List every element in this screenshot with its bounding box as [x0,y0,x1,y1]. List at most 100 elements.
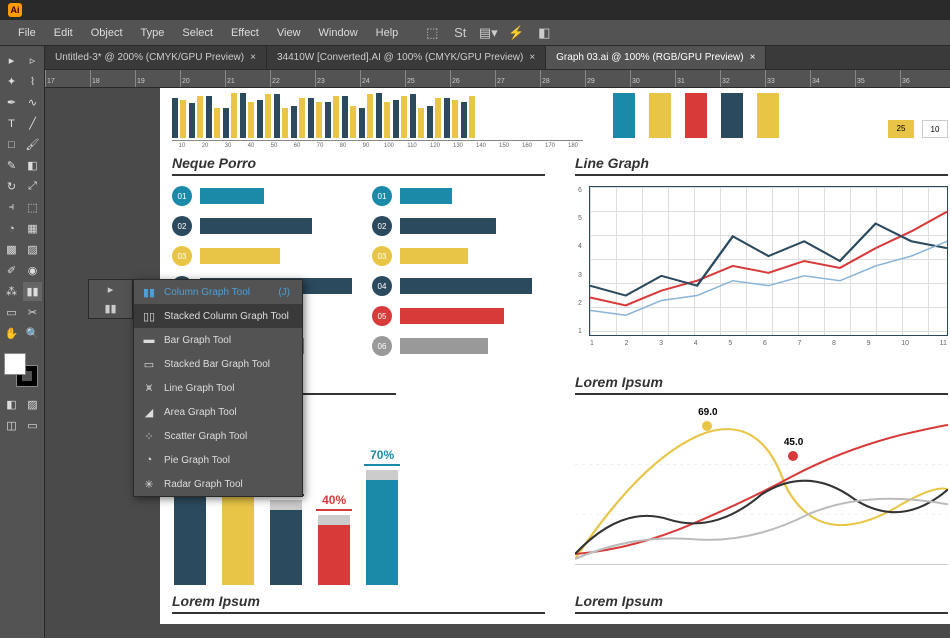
magic-wand-tool[interactable]: ✦ [2,72,21,91]
shortcut: (J) [278,287,290,298]
bar [410,94,416,138]
flyout-item-stacked-bar-graph-tool[interactable]: ▭Stacked Bar Graph Tool [134,352,302,376]
bar [291,106,297,138]
doc-tab-3[interactable]: Graph 03.ai @ 100% (RGB/GPU Preview)× [546,46,766,69]
annotation-dot [788,451,798,461]
blend-tool[interactable]: ◉ [23,261,42,280]
bar [270,510,302,585]
draw-mode[interactable]: ◫ [2,416,21,435]
menu-window[interactable]: Window [311,23,366,43]
menu-help[interactable]: Help [368,23,407,43]
rotate-tool[interactable]: ↻ [2,177,21,196]
bar [257,100,263,138]
flyout-item-area-graph-tool[interactable]: ◢Area Graph Tool [134,400,302,424]
menu-edit[interactable]: Edit [46,23,81,43]
rectangle-tool[interactable]: □ [2,135,21,154]
bar [189,103,195,138]
selection-tool[interactable]: ▸ [2,51,21,70]
menu-view[interactable]: View [269,23,309,43]
color-mode[interactable]: ◧ [2,395,21,414]
badge: 02 [372,216,392,236]
bar [400,338,488,354]
menu-file[interactable]: File [10,23,44,43]
flyout-label: Line Graph Tool [164,383,234,394]
eraser-tool[interactable]: ◧ [23,156,42,175]
flyout-drag-handle[interactable]: ▸ ▮▮ [88,279,133,319]
flyout-label: Scatter Graph Tool [164,431,247,442]
flyout-label: Radar Graph Tool [164,479,243,490]
menu-type[interactable]: Type [133,23,173,43]
artboard-tool[interactable]: ▭ [2,303,21,322]
document-tabs: Untitled-3* @ 200% (CMYK/GPU Preview)× 3… [45,46,950,70]
bar [214,108,220,138]
graph-tool-icon: ◢ [142,405,156,419]
screen-mode[interactable]: ▭ [23,416,42,435]
doc-tab-2[interactable]: 34410W [Converted].AI @ 100% (CMYK/GPU P… [267,46,546,69]
close-icon[interactable]: × [250,52,256,63]
bar [613,93,635,138]
section-title: Lorem Ipsum [172,593,545,614]
gradient-mode[interactable]: ▨ [23,395,42,414]
flyout-item-line-graph-tool[interactable]: ⩙ Line Graph Tool [134,376,302,400]
bar [282,108,288,138]
bar [359,108,365,138]
flyout-item-radar-graph-tool[interactable]: ✳ Radar Graph Tool [134,472,302,496]
graph-tool-icon: ⩙ [142,381,156,395]
bar [376,93,382,138]
flyout-item-column-graph-tool[interactable]: ▮▮Column Graph Tool(J) [134,280,302,304]
paintbrush-tool[interactable]: 🖌 [23,135,42,154]
bar [469,96,475,138]
menu-bar: File Edit Object Type Select Effect View… [0,20,950,46]
close-icon[interactable]: × [529,52,535,63]
bar [342,96,348,138]
color-swatches[interactable] [2,351,42,389]
flyout-item-bar-graph-tool[interactable]: ▬Bar Graph Tool [134,328,302,352]
bar [333,96,339,138]
width-tool[interactable]: ⫞ [2,198,21,217]
bar [325,102,331,138]
badge: 01 [172,186,192,206]
flyout-label: Pie Graph Tool [164,455,230,466]
menu-effect[interactable]: Effect [223,23,267,43]
bar [308,98,314,138]
perspective-tool[interactable]: ▦ [23,219,42,238]
doc-tab-1[interactable]: Untitled-3* @ 200% (CMYK/GPU Preview)× [45,46,267,69]
gradient-tool[interactable]: ▨ [23,240,42,259]
curvature-tool[interactable]: ∿ [23,93,42,112]
flyout-item-scatter-graph-tool[interactable]: ⁘Scatter Graph Tool [134,424,302,448]
stock-icon[interactable]: St [451,24,469,42]
app-icon: Ai [8,3,22,17]
line-tool[interactable]: ╱ [23,114,42,133]
shape-builder-tool[interactable]: ◔ [2,219,21,238]
slice-tool[interactable]: ✂ [23,303,42,322]
arrange-icon[interactable]: ▤▾ [479,24,497,42]
bar [649,93,671,138]
direct-selection-tool[interactable]: ▹ [23,51,42,70]
type-tool[interactable]: T [2,114,21,133]
mesh-tool[interactable]: ▩ [2,240,21,259]
zoom-tool[interactable]: 🔍 [23,324,42,343]
hand-tool[interactable]: ✋ [2,324,21,343]
menu-object[interactable]: Object [83,23,131,43]
flyout-item-pie-graph-tool[interactable]: ◔Pie Graph Tool [134,448,302,472]
prefs-icon[interactable]: ◧ [535,24,553,42]
annotation-dot [702,421,712,431]
scale-tool[interactable]: ⤢ [23,177,42,196]
fill-swatch[interactable] [4,353,26,375]
bar [240,93,246,138]
symbol-sprayer-tool[interactable]: ⁂ [2,282,21,301]
close-icon[interactable]: × [750,52,756,63]
pen-tool[interactable]: ✒ [2,93,21,112]
menu-select[interactable]: Select [174,23,221,43]
shaper-tool[interactable]: ✎ [2,156,21,175]
free-transform-tool[interactable]: ⬚ [23,198,42,217]
column-graph-tool[interactable]: ▮▮ [23,282,42,301]
badge: 02 [172,216,192,236]
flyout-item-stacked-column-graph-tool[interactable]: ▯▯Stacked Column Graph Tool [134,304,302,328]
eyedropper-tool[interactable]: ✐ [2,261,21,280]
gpu-icon[interactable]: ⚡ [507,24,525,42]
bar [384,102,390,138]
lasso-tool[interactable]: ⌇ [23,72,42,91]
graph-tool-icon: ✳ [142,477,156,491]
search-icon[interactable]: ⬚ [423,24,441,42]
